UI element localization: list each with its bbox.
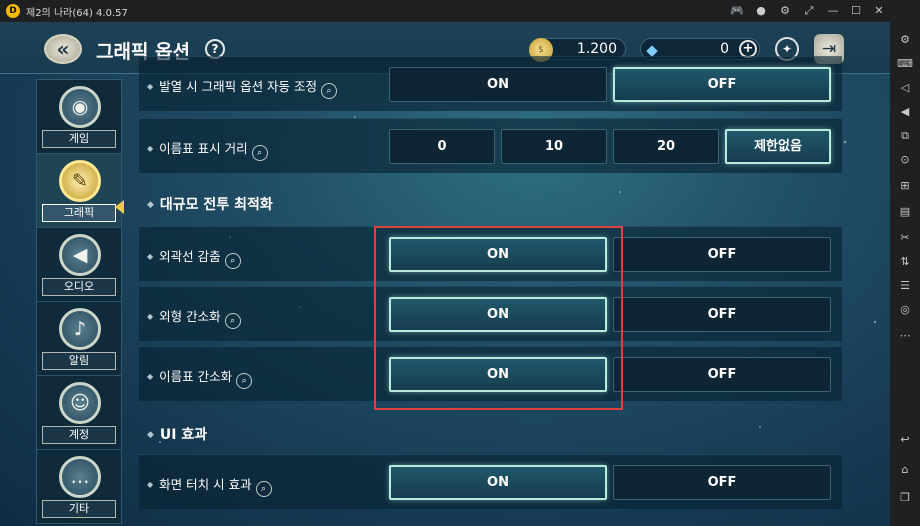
setting-label: ◆ 외곽선 감춤 ⌕ — [147, 246, 241, 269]
sidebar-item-label: 게임 — [42, 130, 116, 148]
more-icon: … — [59, 456, 101, 498]
option-button[interactable]: ON — [389, 67, 607, 102]
setting-label: ◆ 화면 터치 시 효과 ⌕ — [147, 474, 272, 497]
sync-icon[interactable]: ⇅ — [897, 254, 913, 270]
setting-label-text: 발열 시 그래픽 옵션 자동 조정 — [159, 79, 318, 94]
screenshot-icon[interactable]: ⧉ — [897, 128, 913, 144]
account-icon[interactable]: ● — [753, 3, 769, 19]
info-magnifier-icon[interactable]: ⌕ — [255, 481, 272, 497]
game-screen: « 그래픽 옵션 ? $ 1.200 ◆ 0 + ✦ ⇥ ◉ 게임 ✎ 그래픽 ◀ 오디오… — [0, 22, 890, 526]
setting-label: ◆ 외형 간소화 ⌕ — [147, 306, 241, 329]
annotation-highlight-box — [374, 226, 623, 410]
sidebar-item-3[interactable]: ♪ 알림 — [37, 302, 121, 376]
info-magnifier-icon[interactable]: ⌕ — [236, 373, 253, 389]
app-logo-icon: D — [6, 4, 20, 18]
option-button[interactable]: OFF — [613, 465, 831, 500]
operation-icon[interactable]: ◎ — [897, 302, 913, 318]
section-title: 대규모 전투 최적화 — [159, 197, 273, 213]
android-home-icon[interactable]: ⌂ — [897, 462, 913, 478]
setting-label-text: 외곽선 감춤 — [159, 249, 221, 264]
option-button[interactable]: ON — [389, 465, 607, 500]
layout-icon[interactable]: ☰ — [897, 278, 913, 294]
expand-icon[interactable]: ⤢ — [801, 3, 817, 19]
sidebar-item-label: 그래픽 — [42, 204, 116, 222]
gamepad-icon[interactable]: 🎮 — [729, 3, 745, 19]
option-button[interactable]: OFF — [613, 67, 831, 102]
setting-label: ◆ 이름표 간소화 ⌕ — [147, 366, 253, 389]
sidebar-item-1[interactable]: ✎ 그래픽 — [37, 154, 121, 228]
volume-up-icon[interactable]: ◀ — [897, 104, 913, 120]
option-button[interactable]: 20 — [613, 129, 719, 164]
bullet-icon: ◆ — [147, 252, 154, 261]
setting-label: ◆ 이름표 표시 거리 ⌕ — [147, 138, 268, 161]
sidebar-item-0[interactable]: ◉ 게임 — [37, 80, 121, 154]
setting-row: ◆ 이름표 표시 거리 ⌕ 0 10 20 제한없음 — [139, 118, 842, 173]
sidebar-item-label: 계정 — [42, 426, 116, 444]
sidebar-item-4[interactable]: ☺ 계정 — [37, 376, 121, 450]
more-icon[interactable]: ⋯ — [897, 328, 913, 344]
sidebar-item-5[interactable]: … 기타 — [37, 450, 121, 524]
maximize-icon[interactable]: ☐ — [848, 3, 864, 19]
back-button[interactable]: « — [44, 34, 82, 64]
record-icon[interactable]: ⊙ — [897, 152, 913, 168]
option-button[interactable]: OFF — [613, 237, 831, 272]
setting-label-text: 외형 간소화 — [159, 309, 221, 324]
gold-value: 1.200 — [576, 41, 617, 57]
bullet-icon: ◆ — [147, 82, 154, 91]
user-icon: ☺ — [59, 382, 101, 424]
option-button[interactable]: 제한없음 — [725, 129, 831, 164]
keyboard-icon[interactable]: ⌨ — [897, 56, 913, 72]
info-magnifier-icon[interactable]: ⌕ — [321, 83, 338, 99]
sidebar-item-label: 알림 — [42, 352, 116, 370]
option-button[interactable]: OFF — [613, 297, 831, 332]
setting-row: ◆ 발열 시 그래픽 옵션 자동 조정 ⌕ ON OFF — [139, 56, 842, 111]
android-recent-icon[interactable]: ❐ — [897, 490, 913, 506]
section-heading-ui-effects: ◆ UI 효과 — [147, 424, 207, 444]
emulator-side-toolbar: ⚙ ⌨ ◁ ◀ ⧉ ⊙ ⊞ ▤ ✂ ⇅ ☰ ◎ ⋯ ↩ ⌂ ❐ — [890, 0, 920, 526]
settings-icon[interactable]: ⚙ — [897, 32, 913, 48]
close-icon[interactable]: ✕ — [871, 3, 887, 19]
info-magnifier-icon[interactable]: ⌕ — [224, 313, 241, 329]
active-nav-pointer — [115, 200, 124, 214]
gem-value: 0 — [720, 41, 729, 57]
sidebar-item-2[interactable]: ◀ 오디오 — [37, 228, 121, 302]
info-magnifier-icon[interactable]: ⌕ — [251, 145, 268, 161]
section-title: UI 효과 — [159, 427, 208, 443]
palette-icon: ✎ — [59, 160, 101, 202]
setting-label: ◆ 발열 시 그래픽 옵션 자동 조정 ⌕ — [147, 76, 338, 99]
sidebar-item-label: 오디오 — [42, 278, 116, 296]
bell-icon: ♪ — [59, 308, 101, 350]
settings-icon[interactable]: ⚙ — [777, 3, 793, 19]
bullet-icon: ◆ — [147, 372, 154, 381]
sidebar-item-label: 기타 — [42, 500, 116, 518]
bullet-icon: ◆ — [147, 430, 154, 440]
gamepad-icon: ◉ — [59, 86, 101, 128]
window-titlebar: D 제2의 나라(64) 4.0.57 🎮 ● ⚙ ⤢ — ☐ ✕ — [0, 0, 920, 22]
minimize-icon[interactable]: — — [825, 3, 841, 19]
option-button[interactable]: 10 — [501, 129, 607, 164]
volume-down-icon[interactable]: ◁ — [897, 80, 913, 96]
cut-icon[interactable]: ✂ — [897, 230, 913, 246]
bullet-icon: ◆ — [147, 144, 154, 153]
setting-label-text: 이름표 표시 거리 — [159, 141, 248, 156]
setting-row: ◆ 화면 터치 시 효과 ⌕ ON OFF — [139, 454, 842, 509]
option-button[interactable]: 0 — [389, 129, 495, 164]
android-back-icon[interactable]: ↩ — [897, 432, 913, 448]
option-button[interactable]: OFF — [613, 357, 831, 392]
bullet-icon: ◆ — [147, 312, 154, 321]
window-title: 제2의 나라(64) 4.0.57 — [26, 8, 128, 19]
bullet-icon: ◆ — [147, 200, 154, 210]
settings-sidebar: ◉ 게임 ✎ 그래픽 ◀ 오디오 ♪ 알림 ☺ 계정 … 기타 — [36, 79, 122, 524]
section-heading-large-battle: ◆ 대규모 전투 최적화 — [147, 194, 273, 214]
install-apk-icon[interactable]: ⊞ — [897, 178, 913, 194]
apk-icon[interactable]: ▤ — [897, 204, 913, 220]
setting-label-text: 화면 터치 시 효과 — [159, 477, 252, 492]
bullet-icon: ◆ — [147, 480, 154, 489]
info-magnifier-icon[interactable]: ⌕ — [224, 253, 241, 269]
speaker-icon: ◀ — [59, 234, 101, 276]
setting-label-text: 이름표 간소화 — [159, 369, 233, 384]
